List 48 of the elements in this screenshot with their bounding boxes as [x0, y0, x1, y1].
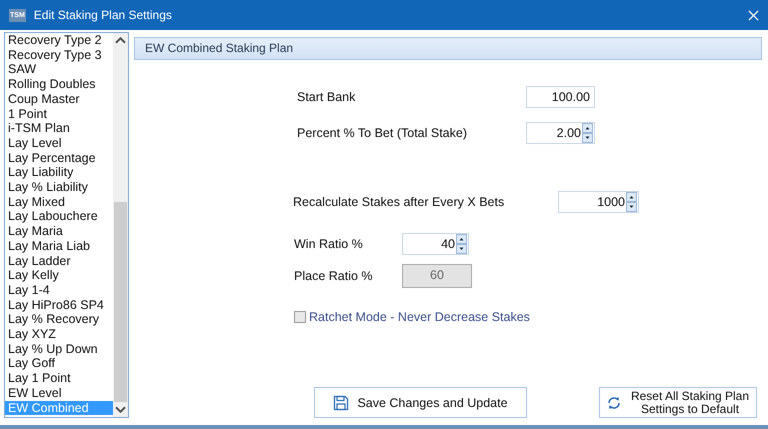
scrollbar-thumb[interactable]	[114, 202, 127, 402]
plan-list-item[interactable]: Lay XYZ	[5, 327, 113, 342]
field-label: Recalculate Stakes after Every X Bets	[293, 195, 506, 209]
plan-list-item[interactable]: i-TSM Plan	[5, 121, 113, 136]
plan-list-item[interactable]: Lay 1-4	[5, 282, 113, 298]
plan-list-item[interactable]: Lay % Up Down	[5, 342, 113, 356]
spinner-field[interactable]: 40	[402, 233, 469, 255]
plan-list-item[interactable]: Coup Master	[5, 92, 113, 107]
plan-list-item[interactable]: Lay Level	[5, 136, 113, 151]
ratchet-checkbox[interactable]	[294, 311, 306, 323]
field-label: Place Ratio %	[294, 269, 374, 283]
plan-list-item[interactable]: Lay % Recovery	[5, 312, 113, 328]
plan-list-item[interactable]: Lay HiPro86 SP4	[5, 298, 113, 312]
plan-list-item[interactable]: Lay Maria	[5, 224, 113, 239]
input-field[interactable]: 100.00	[526, 86, 595, 108]
refresh-icon	[606, 394, 622, 410]
plan-list-item[interactable]: Lay Percentage	[5, 150, 113, 166]
plan-list-item[interactable]: Lay Labouchere	[5, 209, 113, 224]
plan-list-item[interactable]: Lay Ladder	[5, 254, 113, 268]
window-title: Edit Staking Plan Settings	[34, 8, 173, 22]
plan-list-item[interactable]: Lay Maria Liab	[5, 238, 113, 254]
plan-list-item[interactable]: Recovery Type 3	[5, 48, 113, 62]
save-button[interactable]: Save Changes and Update	[314, 387, 527, 418]
field-label: Percent % To Bet (Total Stake)	[297, 126, 468, 140]
field-label: Win Ratio %	[294, 237, 364, 251]
plan-list-item[interactable]: EW Level	[5, 386, 113, 401]
plan-list-item[interactable]: 1 Point	[5, 106, 113, 122]
plan-list-item[interactable]: Lay 1 Point	[5, 371, 113, 386]
close-icon[interactable]	[748, 10, 759, 20]
spinner-arrows-icon[interactable]	[626, 192, 637, 212]
panel-header: EW Combined Staking Plan	[134, 37, 762, 60]
input-field: 60	[402, 264, 472, 288]
spinner-arrows-icon[interactable]	[456, 234, 467, 254]
plan-list-item[interactable]: Recovery Type 2	[5, 33, 113, 48]
checkbox-label[interactable]: Ratchet Mode - Never Decrease Stakes	[309, 310, 530, 324]
plan-list-item[interactable]: Lay Liability	[5, 165, 113, 180]
plan-list-item[interactable]: Lay Goff	[5, 356, 113, 372]
spinner-field[interactable]: 1000	[558, 191, 639, 213]
plan-list-item[interactable]: Lay % Liability	[5, 180, 113, 195]
plan-list-item[interactable]: Lay Kelly	[5, 268, 113, 283]
field-label: Start Bank	[297, 90, 356, 104]
plan-list-item[interactable]: Lay Mixed	[5, 194, 113, 210]
scrollbar[interactable]	[113, 33, 128, 417]
spinner-arrows-icon[interactable]	[582, 123, 593, 143]
plan-list-item[interactable]: Rolling Doubles	[5, 77, 113, 92]
spinner-field[interactable]: 2.00	[526, 122, 595, 144]
reset-button[interactable]: Reset All Staking Plan Settings to Default	[599, 387, 757, 418]
plan-list-item[interactable]: SAW	[5, 62, 113, 78]
